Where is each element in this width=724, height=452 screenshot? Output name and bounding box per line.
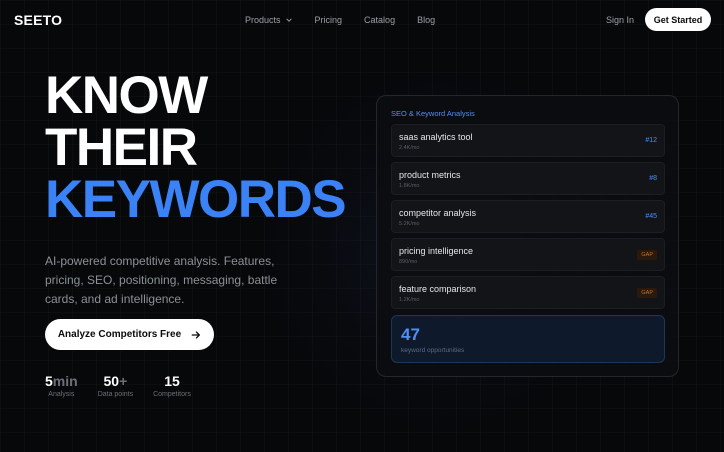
keyword-row: product metrics 1.8K/mo #8	[391, 162, 665, 195]
stat-analysis-value: 5	[45, 373, 53, 389]
stat-data-points-value-wrap: 50+	[98, 373, 133, 389]
nav-link-blog[interactable]: Blog	[417, 15, 435, 25]
stat-analysis-unit: min	[52, 373, 78, 389]
chevron-down-icon	[285, 18, 292, 22]
top-nav: SEETO Products Pricing Catalog Blog Sign…	[0, 0, 724, 40]
stat-data-points-value: 50	[103, 373, 120, 389]
seo-keyword-panel: SEO & Keyword Analysis saas analytics to…	[376, 95, 679, 377]
keyword-volume: 1.8K/mo	[399, 183, 420, 189]
opportunities-count: 47	[401, 325, 420, 344]
keyword-name: pricing intelligence	[399, 246, 474, 256]
hero-stats: 5min Analysis 50+ Data points 15 Competi…	[45, 373, 211, 398]
stat-analysis-label: Analysis	[48, 391, 75, 398]
keyword-row: pricing intelligence 890/mo GAP	[391, 238, 665, 271]
keyword-volume: 890/mo	[399, 259, 418, 265]
analyze-competitors-button[interactable]: Analyze Competitors Free	[45, 319, 214, 350]
panel-title: SEO & Keyword Analysis	[391, 109, 475, 118]
gap-badge: GAP	[637, 250, 657, 260]
keyword-name: saas analytics tool	[399, 132, 473, 142]
nav-link-catalog[interactable]: Catalog	[364, 15, 395, 25]
hero-title-line-3: KEYWORDS	[45, 170, 347, 229]
keyword-volume: 5.2K/mo	[399, 221, 420, 227]
keyword-rank: #12	[645, 137, 657, 144]
gap-badge: GAP	[637, 288, 657, 298]
stat-data-points-label: Data points	[97, 391, 134, 398]
hero-title-line-2: THEIR	[45, 118, 198, 177]
stat-competitors-value-wrap: 15	[153, 373, 191, 389]
keyword-volume: 1.2K/mo	[399, 297, 420, 303]
arrow-right-icon	[191, 330, 201, 339]
stat-competitors-label: Competitors	[153, 391, 191, 398]
stat-competitors-value: 15	[164, 373, 180, 389]
stat-data-points-unit: +	[119, 373, 128, 389]
analyze-competitors-label: Analyze Competitors Free	[57, 329, 182, 340]
keyword-name: feature comparison	[399, 284, 477, 294]
nav-links: Products Pricing Catalog Blog	[245, 15, 457, 25]
brand-logo[interactable]: SEETO	[14, 12, 62, 28]
keyword-row: feature comparison 1.2K/mo GAP	[391, 276, 665, 309]
nav-link-products[interactable]: Products	[245, 15, 293, 25]
keyword-row: saas analytics tool 2.4K/mo #12	[391, 124, 665, 157]
keyword-opportunities-card: 47 keyword opportunities	[391, 315, 665, 363]
opportunities-label: keyword opportunities	[401, 347, 465, 354]
stat-analysis-value-wrap: 5min	[45, 373, 78, 389]
keyword-rank: #8	[649, 175, 657, 182]
keyword-name: competitor analysis	[399, 208, 477, 218]
keyword-row: competitor analysis 5.2K/mo #45	[391, 200, 665, 233]
hero-title: KNOW THEIR KEYWORDS	[45, 66, 347, 229]
keyword-name: product metrics	[399, 170, 461, 180]
hero-title-line-1: KNOW	[45, 66, 208, 125]
hero-subtitle: AI-powered competitive analysis. Feature…	[45, 254, 278, 306]
stat-analysis: 5min Analysis	[45, 373, 78, 398]
nav-link-pricing[interactable]: Pricing	[315, 15, 343, 25]
stat-data-points: 50+ Data points	[98, 373, 133, 398]
stat-competitors: 15 Competitors	[153, 373, 191, 398]
keyword-volume: 2.4K/mo	[399, 145, 420, 151]
get-started-button[interactable]: Get Started	[645, 8, 711, 31]
nav-link-products-label: Products	[245, 15, 281, 25]
sign-in-link[interactable]: Sign In	[606, 15, 634, 25]
keyword-rank: #45	[645, 213, 657, 220]
